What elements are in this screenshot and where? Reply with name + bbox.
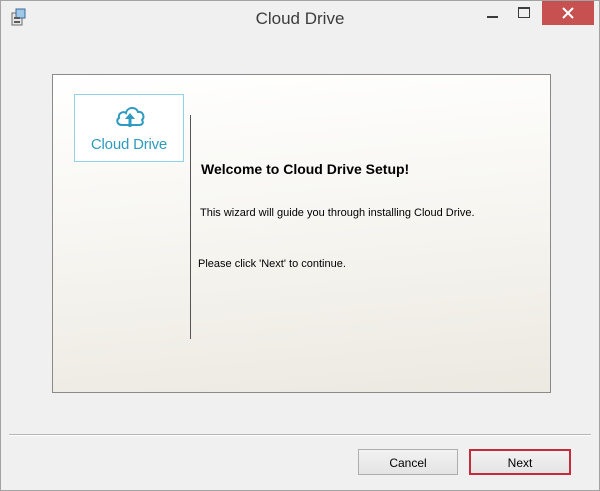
setup-window: Cloud Drive Cloud Drive Welcome to Cloud… bbox=[0, 0, 600, 491]
logo-text: Cloud Drive bbox=[90, 136, 168, 153]
maximize-icon bbox=[518, 7, 530, 18]
wizard-description: This wizard will guide you through insta… bbox=[200, 207, 475, 219]
page-title: Welcome to Cloud Drive Setup! bbox=[201, 161, 410, 177]
close-icon bbox=[562, 7, 574, 19]
cloud-upload-icon bbox=[116, 107, 145, 127]
minimize-icon bbox=[487, 16, 498, 18]
vertical-divider bbox=[190, 115, 191, 339]
next-button[interactable]: Next bbox=[469, 449, 571, 475]
minimize-button[interactable] bbox=[478, 1, 508, 25]
footer-separator bbox=[9, 434, 591, 436]
cloud-drive-logo: Cloud Drive bbox=[74, 94, 184, 162]
close-button[interactable] bbox=[542, 1, 594, 25]
cancel-button[interactable]: Cancel bbox=[358, 449, 458, 475]
wizard-instruction: Please click 'Next' to continue. bbox=[198, 258, 346, 270]
title-bar[interactable]: Cloud Drive bbox=[1, 1, 599, 37]
wizard-panel: Cloud Drive Welcome to Cloud Drive Setup… bbox=[52, 74, 551, 393]
maximize-button[interactable] bbox=[510, 1, 540, 25]
